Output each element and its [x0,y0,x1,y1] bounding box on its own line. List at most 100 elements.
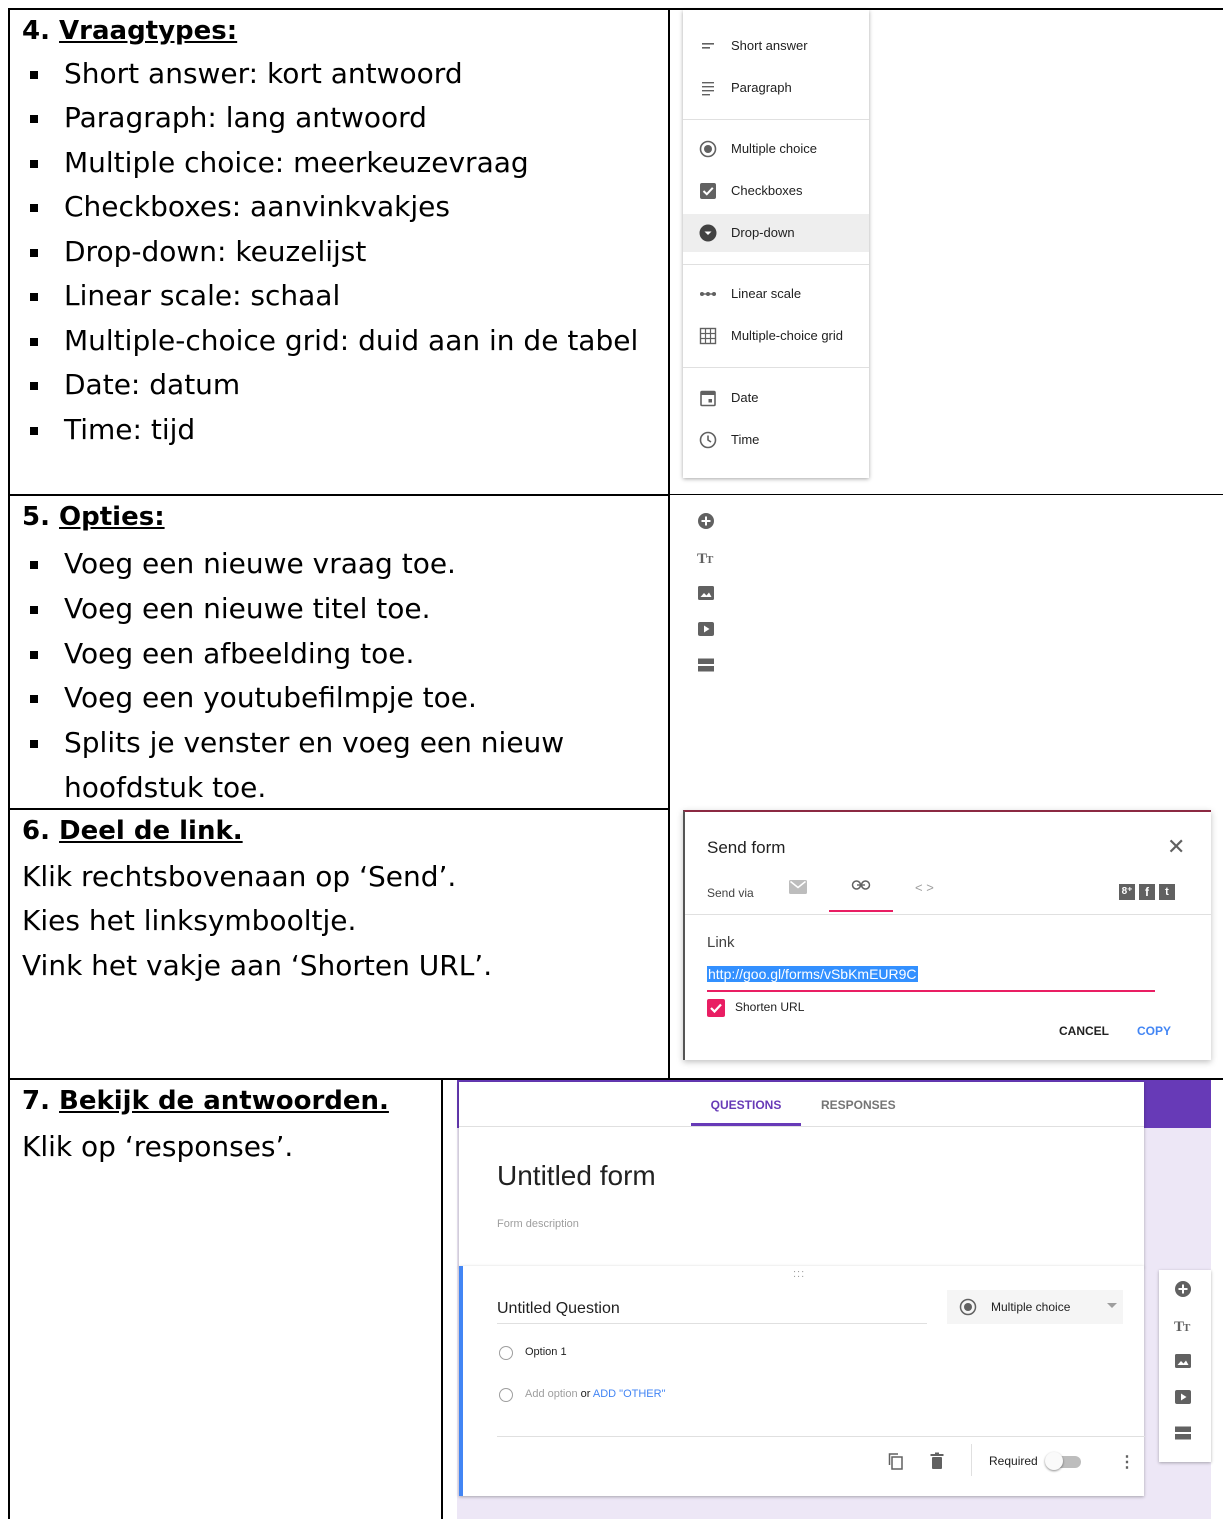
add-question-icon[interactable] [1173,1280,1193,1300]
facebook-icon[interactable]: f [1139,884,1155,900]
question-card: ::: Untitled Question Multiple choice Op… [459,1266,1145,1496]
cancel-button[interactable]: CANCEL [1059,1024,1109,1038]
table-border-top [8,8,1223,10]
google-plus-icon[interactable]: 8⁺ [1119,884,1135,900]
add-image-icon[interactable] [1173,1352,1193,1372]
row-divider-2 [8,808,670,810]
tab-questions[interactable]: QUESTIONS [691,1082,801,1126]
column-divider-upper [668,8,670,1079]
table-border-left [8,8,10,1519]
menu-item-paragraph[interactable]: Paragraph [683,69,869,107]
list-item-continuation: hoofdstuk toe. [64,771,267,804]
section6-title: Deel de link. [59,816,243,846]
question-title-field[interactable]: Untitled Question [497,1300,927,1324]
column-divider-lower [441,1078,443,1519]
list-item: Voeg een afbeelding toe. [24,632,414,676]
url-field[interactable]: http://goo.gl/forms/vSbKmEUR9C [707,966,1155,992]
add-section-icon[interactable] [1173,1424,1193,1444]
question-type-menu: Short answer Paragraph Multiple choice C… [683,10,869,478]
add-title-icon[interactable]: TT [696,548,716,568]
duplicate-icon[interactable] [887,1452,905,1475]
menu-item-checkboxes[interactable]: Checkboxes [683,172,869,210]
add-question-icon[interactable] [696,512,716,532]
close-icon[interactable]: ✕ [1167,834,1185,860]
menu-item-short-answer[interactable]: Short answer [683,27,869,65]
menu-item-date[interactable]: Date [683,379,869,417]
delete-icon[interactable] [929,1452,945,1475]
add-option-link[interactable]: Add option [525,1388,578,1400]
section4-title: Vraagtypes: [59,16,238,46]
twitter-icon[interactable]: t [1159,884,1175,900]
checkbox-icon [697,181,719,201]
add-image-icon[interactable] [696,584,716,604]
instruction-line: Vink het vakje aan ‘Shorten URL’. [22,949,493,982]
add-option-row: Add option or ADD "OTHER" [525,1388,666,1400]
required-label: Required [989,1454,1038,1468]
row-divider-1-right [670,494,1223,495]
more-options-icon[interactable]: ⋮ [1119,1452,1135,1472]
list-item: Splits je venster en voeg een nieuw [24,721,564,765]
chevron-down-icon [1107,1303,1117,1308]
add-title-icon[interactable]: TT [1173,1316,1193,1336]
grid-icon [697,326,719,346]
drag-handle-icon[interactable]: ::: [793,1268,805,1280]
menu-item-drop-down[interactable]: Drop-down [683,214,869,252]
url-selection: http://goo.gl/forms/vSbKmEUR9C [707,966,918,982]
svg-text:T: T [706,554,714,566]
list-item: Time: tijd [24,408,195,452]
add-video-icon[interactable] [1173,1388,1193,1408]
section5-title: Opties: [59,502,165,532]
list-item: Multiple-choice grid: duid aan in de tab… [24,319,638,363]
card-divider [497,1436,1145,1437]
email-tab[interactable] [789,880,807,899]
menu-divider [683,367,869,368]
list-item: Short answer: kort antwoord [24,52,463,96]
dialog-title: Send form [707,838,786,857]
shorten-url-label: Shorten URL [735,1000,805,1014]
list-item: Checkboxes: aanvinkvakjes [24,185,450,229]
list-item: Voeg een nieuwe vraag toe. [24,542,456,586]
form-title[interactable]: Untitled form [497,1160,656,1192]
paragraph-icon [697,78,719,98]
radio-icon [697,139,719,159]
dropdown-icon [697,223,719,243]
list-item: Voeg een youtubefilmpje toe. [24,676,477,720]
menu-divider [683,119,869,120]
question-type-select[interactable]: Multiple choice [947,1290,1123,1324]
list-item: Date: datum [24,363,240,407]
dialog-divider [685,914,1211,915]
svg-text:T: T [1183,1322,1191,1334]
shorten-url-checkbox[interactable] [707,999,725,1017]
section7-title: Bekijk de antwoorden. [59,1086,389,1116]
send-form-dialog: Send form ✕ Send via < > 8⁺ f t Link htt… [683,810,1211,1060]
toolbar-divider [971,1444,972,1476]
add-section-icon[interactable] [696,656,716,676]
instruction-line: Klik op ‘responses’. [22,1130,294,1163]
section6-heading: 6. Deel de link. [22,816,243,846]
menu-item-multiple-choice-grid[interactable]: Multiple-choice grid [683,317,869,355]
option-1[interactable]: Option 1 [525,1346,567,1358]
email-icon [789,880,807,898]
side-toolbar: TT [1159,1270,1211,1462]
add-other-link[interactable]: ADD "OTHER" [593,1388,666,1400]
menu-item-linear-scale[interactable]: Linear scale [683,275,869,313]
tabs-divider [459,1126,1144,1127]
radio-icon [959,1298,977,1321]
form-description[interactable]: Form description [497,1218,579,1230]
option-radio[interactable] [499,1346,513,1360]
copy-button[interactable]: COPY [1137,1024,1171,1038]
link-tab[interactable] [829,878,893,912]
menu-item-time[interactable]: Time [683,421,869,459]
list-item: Voeg een nieuwe titel toe. [24,587,431,631]
add-video-icon[interactable] [696,620,716,640]
embed-tab[interactable]: < > [915,880,934,895]
clock-icon [697,430,719,450]
tab-responses[interactable]: RESPONSES [821,1098,896,1112]
list-item: Drop-down: keuzelijst [24,230,366,274]
menu-divider [683,264,869,265]
instruction-line: Klik rechtsbovenaan op ‘Send’. [22,860,457,893]
menu-item-multiple-choice[interactable]: Multiple choice [683,130,869,168]
send-via-label: Send via [707,886,754,900]
link-icon [851,879,871,896]
required-toggle[interactable] [1045,1452,1083,1470]
